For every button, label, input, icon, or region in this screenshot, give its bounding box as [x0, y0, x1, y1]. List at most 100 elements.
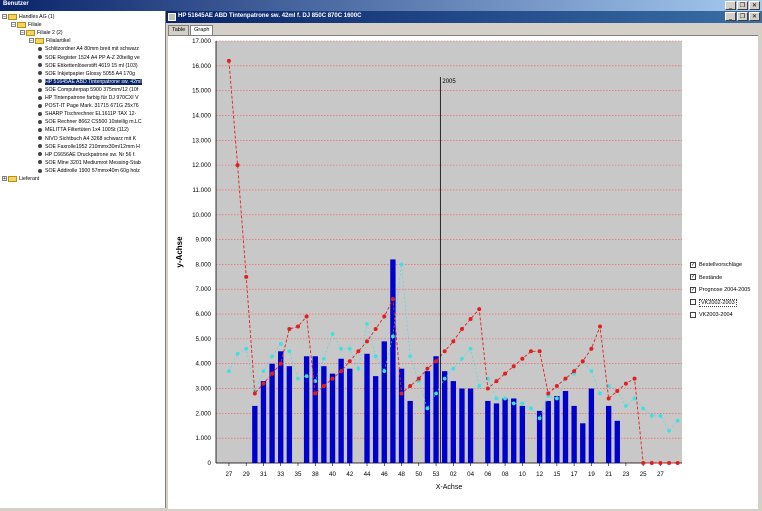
tree-folder-node[interactable]: − Filiale 2 (2)	[20, 29, 63, 37]
y-tick-label: 10.000	[192, 212, 211, 219]
legend-label: Prognose 2004-2005	[699, 287, 751, 293]
tree-node-label: HP Tintenpatrone farbig für DJ 970CXI V	[45, 95, 139, 101]
tree-article-node[interactable]: HP Tintenpatrone farbig für DJ 970CXI V	[38, 94, 139, 102]
collapse-icon[interactable]: −	[20, 30, 25, 36]
year-marker-label: 2005	[442, 79, 456, 85]
minimize-button[interactable]: _	[725, 1, 736, 10]
point-bestellvorschlag	[537, 349, 542, 354]
point-bestellvorschlag	[270, 371, 275, 376]
y-tick-label: 15.000	[192, 88, 211, 95]
legend-item[interactable]: ✓ Prognose 2004-2005	[690, 286, 750, 294]
tree-article-node[interactable]: SHARP Tischrechner EL1611P TAX 12-	[38, 110, 136, 118]
point-prognose	[270, 354, 274, 359]
legend-checkbox[interactable]: ✓	[690, 274, 696, 281]
point-prognose	[434, 391, 438, 396]
tree-article-node[interactable]: SOE Mine 3201 Mediumrot Messing-Stab	[38, 159, 141, 167]
x-tick-label: 31	[260, 471, 267, 478]
expand-icon[interactable]: +	[2, 176, 7, 182]
point-bestellvorschlag	[442, 349, 447, 354]
x-tick-label: 42	[346, 471, 353, 478]
x-tick-label: 25	[640, 471, 647, 478]
tree-article-node[interactable]: SOE Inkjetpapier Glossy 5055 A4 170g	[38, 70, 135, 78]
point-bestellvorschlag	[365, 339, 370, 344]
point-prognose	[667, 428, 671, 433]
bar-bestaende	[347, 368, 353, 463]
point-bestellvorschlag	[528, 349, 533, 354]
article-icon	[38, 136, 42, 141]
tree-article-node[interactable]: SOE Addirolle 1900 57mmx40m 60g holz	[38, 167, 140, 175]
tree-article-node[interactable]: Schlitzordner A4 80mm breit mit schwarz	[38, 45, 139, 53]
tree-article-node[interactable]: SOE Register 1524 A4 PP A-Z 20teilig ve	[38, 54, 140, 62]
tree-article-node[interactable]: SOE Rechner 8662 CS500 10stellig m.LC	[38, 118, 142, 126]
tree-article-node[interactable]: SOE Computerpap 5900 375mm/12 (10f	[38, 86, 138, 94]
point-bestellvorschlag	[451, 339, 456, 344]
tree-article-node[interactable]: HP C6656AE Druckpatrone sw. Nr 56 f.	[38, 151, 136, 159]
bar-bestaende	[260, 381, 267, 463]
point-prognose	[356, 366, 361, 371]
point-bestellvorschlag	[606, 396, 611, 401]
collapse-icon[interactable]: −	[2, 14, 7, 20]
legend-item[interactable]: VK2002-2003	[690, 298, 737, 307]
tree-folder-node[interactable]: − Handles AG (1)	[2, 13, 54, 21]
bar-bestaende	[485, 400, 491, 463]
y-tick-label: 17.000	[192, 38, 211, 45]
tree-article-node[interactable]: SOE Etikettenlöserstift 4619 15 ml (103)	[38, 62, 138, 70]
point-prognose	[649, 413, 654, 418]
point-bestellvorschlag	[373, 326, 378, 331]
close-button[interactable]: ✕	[749, 1, 760, 10]
tree-article-node[interactable]: HP 51645AE ABD Tintenpatrone sw. 42ml	[38, 78, 142, 86]
bar-bestaende	[554, 395, 560, 463]
bar-bestaende	[329, 373, 336, 463]
tree-article-node[interactable]: POST-IT Page Mark. 31715 671G 25x76	[38, 102, 139, 110]
collapse-icon[interactable]: −	[11, 22, 16, 28]
tree-node-label: Handles AG (1)	[19, 14, 55, 20]
maximize-button[interactable]: ❐	[737, 1, 748, 10]
point-bestellvorschlag	[546, 391, 551, 396]
bar-bestaende	[433, 356, 439, 463]
point-bestellvorschlag	[658, 461, 663, 465]
article-icon	[38, 103, 42, 108]
x-tick-label: 48	[398, 471, 405, 478]
y-tick-label: 7.000	[196, 286, 212, 293]
x-tick-label: 15	[553, 471, 560, 478]
legend-checkbox[interactable]: ✓	[690, 286, 696, 293]
point-prognose	[235, 351, 240, 356]
article-icon	[38, 128, 42, 133]
point-bestellvorschlag	[278, 361, 283, 366]
point-prognose	[520, 401, 525, 406]
tree-article-node[interactable]: MELITTA Filtertüten 1x4 100St (112)	[38, 126, 129, 134]
tree-article-node[interactable]: SOE Faxrolle1952 210mmx30m/12mm H	[38, 143, 140, 151]
plot-area	[216, 41, 682, 463]
point-bestellvorschlag	[244, 274, 249, 279]
inner-close-button[interactable]: ✕	[749, 12, 760, 21]
tab-table[interactable]: Table	[168, 25, 190, 35]
legend-item[interactable]: ✓ Bestellvorschläge	[690, 261, 742, 269]
point-bestellvorschlag	[572, 369, 577, 374]
collapse-icon[interactable]: −	[29, 38, 34, 44]
legend-checkbox[interactable]	[690, 299, 696, 306]
legend-item[interactable]: ✓ Bestände	[690, 274, 722, 282]
x-tick-label: 19	[588, 471, 595, 478]
point-prognose	[598, 391, 602, 396]
inner-maximize-button[interactable]: ❐	[737, 12, 748, 21]
point-prognose	[227, 369, 231, 374]
legend-item[interactable]: VK2003-2004	[690, 311, 733, 319]
tree-folder-node[interactable]: − Filiale	[11, 21, 42, 29]
legend-checkbox[interactable]	[690, 311, 696, 318]
point-prognose	[304, 374, 309, 379]
point-bestellvorschlag	[425, 366, 430, 371]
tree-folder-node[interactable]: − Filialartikel	[29, 37, 71, 45]
legend-checkbox[interactable]: ✓	[690, 261, 696, 268]
point-bestellvorschlag	[511, 364, 516, 369]
point-bestellvorschlag	[356, 349, 361, 354]
tree-article-node[interactable]: NIVO Sichtbuch A4 3268 schwarz mit K	[38, 135, 136, 143]
x-tick-label: 08	[502, 471, 509, 478]
tree-folder-node[interactable]: + Lieferant	[2, 175, 39, 183]
x-tick-label: 02	[450, 471, 457, 478]
point-prognose	[554, 396, 559, 401]
bar-bestaende	[390, 259, 396, 463]
window-icon	[168, 13, 176, 21]
x-tick-label: 17	[571, 471, 578, 478]
y-tick-label: 13.000	[192, 137, 211, 144]
inner-minimize-button[interactable]: _	[725, 12, 736, 21]
